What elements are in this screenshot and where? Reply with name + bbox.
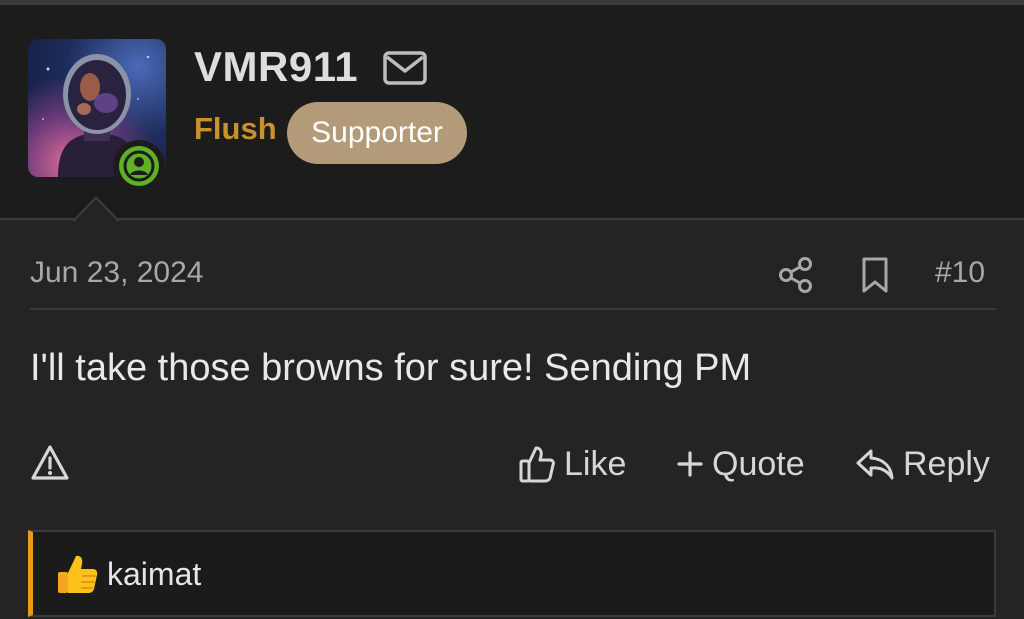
like-button[interactable]: Like	[518, 441, 626, 487]
divider	[30, 308, 996, 310]
report-icon[interactable]	[30, 444, 70, 482]
reply-button[interactable]: Reply	[855, 441, 990, 487]
post-date[interactable]: Jun 23, 2024	[30, 256, 203, 290]
user-title: Flush	[194, 111, 277, 146]
mail-icon[interactable]	[383, 51, 427, 85]
like-label: Like	[564, 444, 627, 483]
thumbs-up-icon	[519, 446, 555, 483]
reply-label: Reply	[903, 444, 990, 483]
plus-icon	[677, 451, 703, 477]
online-user-icon	[123, 150, 155, 182]
reactions-bar[interactable]: kaimat	[28, 530, 996, 617]
post-user-header: VMR911 Flush Supporter	[0, 5, 1024, 220]
reply-icon	[856, 449, 894, 480]
online-status-badge	[113, 140, 165, 192]
bookmark-icon[interactable]	[860, 256, 890, 294]
thumbs-up-emoji-icon	[58, 555, 98, 593]
quote-label: Quote	[712, 444, 805, 483]
username[interactable]: VMR911	[194, 43, 358, 91]
supporter-badge: Supporter	[287, 102, 467, 164]
reaction-users[interactable]: kaimat	[107, 556, 201, 593]
share-icon[interactable]	[778, 256, 814, 294]
post-number[interactable]: #10	[935, 256, 985, 290]
quote-button[interactable]: Quote	[676, 441, 805, 487]
post-body: I'll take those browns for sure! Sending…	[30, 347, 752, 389]
